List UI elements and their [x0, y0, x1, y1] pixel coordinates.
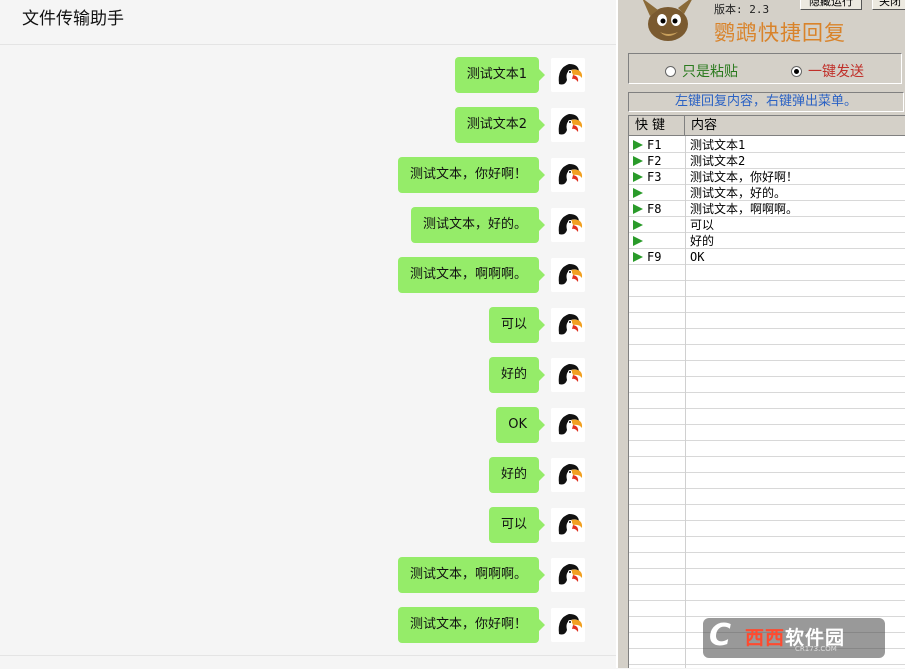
play-arrow-icon [633, 204, 643, 214]
hide-run-button[interactable]: 隐藏运行 [800, 0, 862, 10]
avatar[interactable] [551, 208, 585, 242]
message-bubble[interactable]: 好的 [488, 357, 546, 393]
version-label: 版本: 2.3 [714, 3, 770, 16]
table-row[interactable]: F8 测试文本，啊啊啊。 [629, 201, 905, 217]
avatar[interactable] [551, 508, 585, 542]
avatar[interactable] [551, 358, 585, 392]
message-row: 测试文本2 [454, 107, 585, 143]
message-bubble[interactable]: OK [496, 407, 545, 443]
play-arrow-icon [633, 188, 643, 198]
chat-header: 文件传输助手 ⋯ [0, 0, 616, 45]
message-row: OK [496, 407, 585, 443]
table-row[interactable]: 可以 [629, 217, 905, 233]
play-arrow-icon [633, 172, 643, 182]
avatar[interactable] [551, 258, 585, 292]
hint-bar: 左键回复内容，右键弹出菜单。 [628, 92, 904, 112]
message-bubble[interactable]: 测试文本1 [454, 57, 546, 93]
row-hotkey: F1 [647, 138, 662, 152]
play-arrow-icon [633, 140, 643, 150]
site-watermark: C 西西软件园 CR173.COM [703, 618, 885, 658]
message-bubble[interactable]: 可以 [488, 507, 546, 543]
more-icon[interactable]: ⋯ [497, 0, 515, 5]
app-title: 鹦鹉快捷回复 [714, 21, 846, 45]
chat-input-divider [0, 655, 616, 669]
parrot-logo-icon [642, 0, 692, 41]
message-bubble[interactable]: 测试文本，你好啊！ [397, 607, 546, 643]
chat-title: 文件传输助手 [22, 9, 124, 29]
message-bubble[interactable]: 好的 [488, 457, 546, 493]
row-content: 可以 [690, 218, 715, 232]
message-bubble[interactable]: 测试文本2 [454, 107, 546, 143]
row-content: 测试文本1 [690, 138, 746, 152]
message-bubble[interactable]: 可以 [488, 307, 546, 343]
close-button[interactable]: 关闭 [872, 0, 905, 10]
message-row: 测试文本，你好啊！ [397, 157, 585, 193]
table-row[interactable]: 测试文本，好的。 [629, 185, 905, 201]
avatar[interactable] [551, 608, 585, 642]
radio-paste-label: 只是粘贴 [682, 64, 738, 80]
radio-unselected-icon[interactable] [665, 65, 676, 77]
play-arrow-icon [633, 236, 643, 246]
row-hotkey: F9 [647, 250, 662, 264]
radio-paste-only[interactable]: 只是粘贴 [665, 61, 738, 81]
row-content: 测试文本2 [690, 154, 746, 168]
message-row: 可以 [488, 307, 585, 343]
avatar[interactable] [551, 58, 585, 92]
watermark-logo-icon: C [709, 618, 732, 653]
hint-text: 左键回复内容，右键弹出菜单。 [674, 94, 857, 109]
radio-send-label: 一键发送 [808, 64, 864, 80]
table-row[interactable]: F2 测试文本2 [629, 153, 905, 169]
avatar[interactable] [551, 158, 585, 192]
message-bubble[interactable]: 测试文本，好的。 [410, 207, 546, 243]
avatar[interactable] [551, 408, 585, 442]
watermark-brand-red: 西西 [745, 627, 786, 649]
message-row: 好的 [488, 357, 585, 393]
avatar[interactable] [551, 308, 585, 342]
message-row: 好的 [488, 457, 585, 493]
message-row: 测试文本，啊啊啊。 [397, 257, 585, 293]
row-hotkey: F8 [647, 202, 662, 216]
watermark-site: CR173.COM [795, 645, 837, 653]
row-hotkey: F3 [647, 170, 662, 184]
row-content: 测试文本，你好啊！ [690, 170, 799, 184]
message-bubble[interactable]: 测试文本，你好啊！ [397, 157, 546, 193]
message-row: 可以 [488, 507, 585, 543]
avatar[interactable] [551, 108, 585, 142]
chat-header-icons[interactable]: ⋯ [497, 0, 515, 5]
row-hotkey: F2 [647, 154, 662, 168]
table-row[interactable]: F9 OK [629, 249, 905, 265]
avatar[interactable] [551, 458, 585, 492]
avatar[interactable] [551, 558, 585, 592]
message-row: 测试文本，你好啊！ [397, 607, 585, 643]
radio-selected-icon[interactable] [791, 65, 802, 77]
row-content: 好的 [690, 234, 715, 248]
message-row: 测试文本1 [454, 57, 585, 93]
message-row: 测试文本，啊啊啊。 [397, 557, 585, 593]
row-content: 测试文本，啊啊啊。 [690, 202, 799, 216]
header-hotkey[interactable]: 快键 [629, 116, 685, 135]
message-row: 测试文本，好的。 [410, 207, 585, 243]
header-content[interactable]: 内容 [691, 116, 717, 135]
chat-window: 文件传输助手 ⋯ 测试文本1测试文本2测试文本，你好啊！测试文本，好的。测试文本… [0, 0, 616, 669]
play-arrow-icon [633, 220, 643, 230]
table-header: 快键 内容 [629, 116, 905, 136]
send-mode-group: 只是粘贴 一键发送 [628, 53, 902, 84]
reply-table[interactable]: 快键 内容 F1 测试文本1 F2 测试文本2 F3 测试文本，你好啊！ 测试文本，好的。 F… [628, 115, 905, 668]
table-row[interactable]: F1 测试文本1 [629, 137, 905, 153]
quick-reply-window: 版本: 2.3 隐藏运行 关闭 鹦鹉快捷回复 只是粘贴 一键发送 左键回复内容，… [616, 0, 905, 668]
row-content: OK [690, 250, 705, 264]
message-bubble[interactable]: 测试文本，啊啊啊。 [397, 257, 546, 293]
row-content: 测试文本，好的。 [690, 186, 787, 200]
play-arrow-icon [633, 156, 643, 166]
radio-one-click-send[interactable]: 一键发送 [791, 61, 864, 81]
table-row[interactable]: F3 测试文本，你好啊！ [629, 169, 905, 185]
message-bubble[interactable]: 测试文本，啊啊啊。 [397, 557, 546, 593]
play-arrow-icon [633, 252, 643, 262]
table-row[interactable]: 好的 [629, 233, 905, 249]
